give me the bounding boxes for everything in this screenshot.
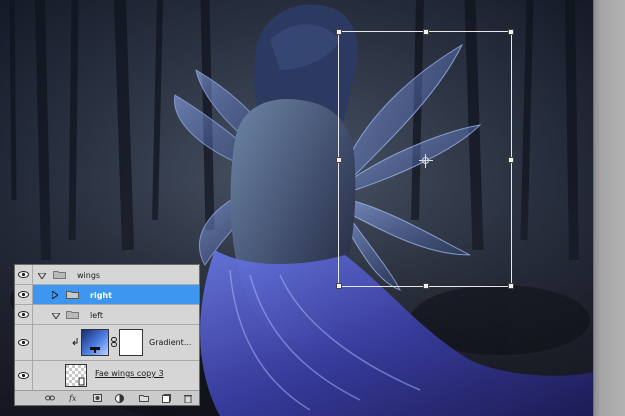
transform-handle-bottom-center[interactable]	[423, 283, 429, 289]
layer-row-fae-wings-copy-3[interactable]: Fae wings copy 3	[15, 361, 199, 391]
transform-handle-top-right[interactable]	[508, 29, 514, 35]
transform-handle-middle-right[interactable]	[508, 157, 514, 163]
smart-object-icon	[78, 377, 86, 386]
clip-arrow-icon	[72, 338, 78, 346]
layer-row-wings[interactable]: wings	[15, 265, 199, 285]
workspace-gutter	[593, 0, 625, 416]
layer-name: right	[90, 291, 112, 300]
fx-icon[interactable]: fx	[69, 393, 78, 402]
visibility-toggle[interactable]	[15, 325, 33, 360]
trash-icon[interactable]	[184, 394, 193, 403]
layer-row-gradient[interactable]: Gradient...	[15, 325, 199, 361]
eye-icon[interactable]	[18, 339, 29, 346]
eye-icon[interactable]	[18, 372, 29, 379]
layer-name: Fae wings copy 3	[95, 369, 164, 378]
eye-icon[interactable]	[18, 271, 29, 278]
layer-name: wings	[77, 271, 101, 280]
svg-text:fx: fx	[69, 394, 77, 402]
folder-icon	[66, 310, 79, 319]
transform-handle-middle-left[interactable]	[336, 157, 342, 163]
gradient-thumbnail[interactable]	[81, 329, 109, 356]
folder-icon	[53, 270, 66, 279]
transform-handle-top-left[interactable]	[336, 29, 342, 35]
visibility-toggle[interactable]	[15, 361, 33, 391]
eye-icon[interactable]	[18, 311, 29, 318]
visibility-toggle[interactable]	[15, 305, 33, 324]
visibility-toggle[interactable]	[15, 265, 33, 284]
folder-icon	[66, 290, 79, 299]
reference-point-icon[interactable]	[419, 154, 433, 168]
link-icon[interactable]	[111, 337, 117, 347]
transform-handle-bottom-right[interactable]	[508, 283, 514, 289]
layers-panel: wings right left Gradient... Fae wings c…	[14, 264, 200, 406]
layer-mask-thumbnail[interactable]	[119, 329, 143, 356]
new-layer-icon[interactable]	[162, 394, 171, 403]
eye-icon[interactable]	[18, 291, 29, 298]
layer-row-right[interactable]: right	[15, 285, 199, 305]
link-layers-icon[interactable]	[45, 394, 55, 402]
transparent-layer-thumbnail[interactable]	[65, 364, 87, 387]
chevron-right-icon[interactable]	[51, 290, 60, 300]
new-group-icon[interactable]	[139, 394, 149, 402]
visibility-toggle[interactable]	[15, 285, 33, 304]
layer-row-left[interactable]: left	[15, 305, 199, 325]
adjustment-icon[interactable]	[115, 394, 124, 403]
layers-panel-toolbar: fx	[15, 390, 199, 405]
layer-name: Gradient...	[149, 338, 192, 347]
add-mask-icon[interactable]	[93, 394, 102, 402]
layer-name: left	[90, 311, 103, 320]
transform-handle-top-center[interactable]	[423, 29, 429, 35]
transform-handle-bottom-left[interactable]	[336, 283, 342, 289]
chevron-down-icon[interactable]	[51, 312, 61, 320]
chevron-down-icon[interactable]	[37, 272, 47, 280]
free-transform-box[interactable]	[336, 29, 514, 289]
